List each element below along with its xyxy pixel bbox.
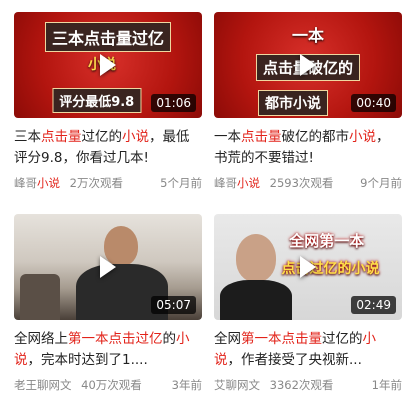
play-icon[interactable] — [100, 256, 116, 278]
author-highlight: 小说 — [37, 176, 60, 190]
video-title[interactable]: 一本点击量破亿的都市小说，书荒的不要错过! — [214, 127, 402, 169]
video-card[interactable]: 05:07 全网络上第一本点击过亿的小说，完本时达到了1.... 老王聊网文 4… — [14, 214, 202, 393]
title-segment: 一本 — [214, 129, 241, 145]
play-icon[interactable] — [300, 256, 316, 278]
author-prefix: 老王聊网文 — [14, 378, 72, 392]
publish-time: 9个月前 — [360, 176, 402, 190]
presenter-body — [220, 280, 292, 320]
title-segment: 过亿的 — [322, 331, 363, 347]
view-count: 40万次观看 — [81, 378, 142, 392]
author-prefix: 峰哥 — [14, 176, 37, 190]
title-segment: 三本 — [14, 129, 41, 145]
publish-time: 3年前 — [171, 378, 202, 392]
title-segment: 过亿的 — [81, 129, 123, 145]
title-segment: 的 — [162, 331, 177, 347]
video-thumbnail[interactable]: 一本 点击量破亿的 都市小说 00:40 — [214, 12, 402, 118]
video-meta: 老王聊网文 40万次观看 3年前 — [14, 377, 202, 393]
author-prefix: 艾聊网文 — [214, 378, 260, 392]
video-duration: 05:07 — [151, 296, 196, 314]
publish-time: 1年前 — [371, 378, 402, 392]
author-name[interactable]: 老王聊网文 — [14, 378, 72, 392]
thumbnail-caption: 点击过亿的小说 — [281, 261, 380, 277]
title-highlight: 第一本 — [241, 331, 282, 347]
thumbnail-caption: 一本 — [291, 26, 325, 45]
author-name[interactable]: 峰哥小说 — [214, 176, 260, 190]
title-highlight: 点击量 — [41, 129, 82, 145]
video-card[interactable]: 一本 点击量破亿的 都市小说 00:40 一本点击量破亿的都市小说，书荒的不要错… — [214, 12, 402, 191]
title-highlight: 小说 — [349, 129, 376, 145]
play-icon[interactable] — [100, 54, 116, 76]
title-segment: ，作者接受了央视新... — [227, 352, 362, 368]
video-thumbnail[interactable]: 三本点击量过亿 小说 评分最低9.8 01:06 — [14, 12, 202, 118]
publish-time: 5个月前 — [160, 176, 202, 190]
video-meta: 峰哥小说 2万次观看 5个月前 — [14, 175, 202, 191]
video-title[interactable]: 全网第一本点击量过亿的小说，作者接受了央视新... — [214, 329, 402, 371]
view-count: 2万次观看 — [69, 176, 123, 190]
video-duration: 02:49 — [351, 296, 396, 314]
title-highlight: 点击量 — [241, 129, 282, 145]
title-segment: 破亿的都市 — [281, 129, 350, 145]
video-duration: 01:06 — [151, 94, 196, 112]
thumbnail-caption: 全网第一本 — [289, 232, 365, 250]
video-card[interactable]: 三本点击量过亿 小说 评分最低9.8 01:06 三本点击量过亿的小说，最低评分… — [14, 12, 202, 191]
author-prefix: 峰哥 — [214, 176, 237, 190]
view-count: 2593次观看 — [269, 176, 334, 190]
video-meta: 艾聊网文 3362次观看 1年前 — [214, 377, 402, 393]
video-meta: 峰哥小说 2593次观看 9个月前 — [214, 175, 402, 191]
title-segment: 全网 — [214, 331, 241, 347]
title-highlight: 小说 — [122, 129, 149, 145]
presenter-head — [236, 234, 276, 282]
title-highlight: 第一本点击过亿 — [68, 331, 163, 347]
author-name[interactable]: 峰哥小说 — [14, 176, 60, 190]
thumbnail-caption: 都市小说 — [257, 90, 328, 116]
video-title[interactable]: 全网络上第一本点击过亿的小说，完本时达到了1.... — [14, 329, 202, 371]
title-segment: ，完本时达到了1.... — [27, 352, 148, 368]
title-highlight: 点击量 — [281, 331, 323, 347]
play-icon[interactable] — [300, 54, 316, 76]
video-duration: 00:40 — [351, 94, 396, 112]
video-thumbnail[interactable]: 全网第一本 点击过亿的小说 02:49 — [214, 214, 402, 320]
author-name[interactable]: 艾聊网文 — [214, 378, 260, 392]
microphone-stand — [20, 274, 60, 320]
video-title[interactable]: 三本点击量过亿的小说，最低评分9.8，你看过几本! — [14, 127, 202, 169]
author-highlight: 小说 — [237, 176, 260, 190]
thumbnail-caption: 评分最低9.8 — [52, 88, 142, 113]
view-count: 3362次观看 — [269, 378, 334, 392]
title-segment: 全网络上 — [14, 331, 68, 347]
video-card[interactable]: 全网第一本 点击过亿的小说 02:49 全网第一本点击量过亿的小说，作者接受了央… — [214, 214, 402, 393]
video-thumbnail[interactable]: 05:07 — [14, 214, 202, 320]
thumbnail-caption: 三本点击量过亿 — [44, 22, 172, 52]
